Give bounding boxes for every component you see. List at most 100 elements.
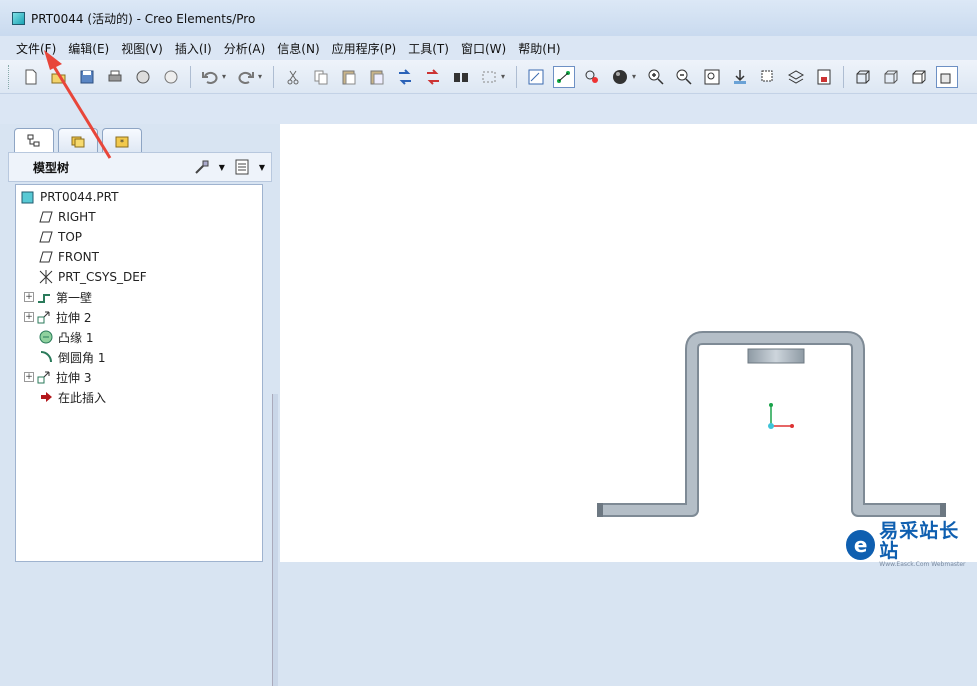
model-tree-header: 模型树 ▼ ▼ [8,152,272,182]
tree-item-extrude-2[interactable]: + 拉伸 2 [16,307,262,327]
svg-text:*: * [120,138,124,147]
zoom-in-icon[interactable] [645,66,667,88]
sphere-icon[interactable] [609,66,631,88]
select-box-icon[interactable] [478,66,500,88]
tree-item-top[interactable]: TOP [16,227,262,247]
tree-item-right[interactable]: RIGHT [16,207,262,227]
tree-item-label: 第一壁 [56,290,93,305]
datum-display-icon[interactable] [553,65,575,88]
cut-icon[interactable] [282,66,304,88]
wireframe-icon[interactable] [852,66,874,88]
app-icon [12,11,25,25]
toolbar-grip[interactable] [8,64,11,89]
csys-icon [38,269,54,285]
new-icon[interactable] [20,66,42,88]
paste-special-icon[interactable] [366,66,388,88]
datum-plane-icon [38,209,54,225]
menu-view[interactable]: 视图(V) [115,40,169,57]
toolbar-separator [273,65,274,88]
extrude-icon [36,369,52,385]
menu-edit[interactable]: 编辑(E) [62,40,115,57]
shading-icon[interactable] [936,65,958,88]
tree-item-round-1[interactable]: 倒圆角 1 [16,347,262,367]
appearance-icon[interactable] [581,66,603,88]
chevron-down-icon: ▼ [258,162,265,172]
tree-item-label: PRT0044.PRT [40,190,119,204]
navigator-tabs: * [14,128,146,152]
tree-settings-button[interactable]: ▼ [193,158,225,176]
menu-bar: 文件(F) 编辑(E) 视图(V) 插入(I) 分析(A) 信息(N) 应用程序… [0,36,977,60]
graphics-window[interactable] [280,124,977,562]
window-title: PRT0044 (活动的) - Creo Elements/Pro [31,11,256,26]
reorient-icon[interactable] [729,66,751,88]
tree-item-label: RIGHT [58,210,96,224]
select-dropdown-icon[interactable]: ▾ [501,72,509,81]
menu-insert[interactable]: 插入(I) [169,40,218,57]
menu-tools[interactable]: 工具(T) [402,40,455,57]
refit-icon[interactable] [701,66,723,88]
menu-info[interactable]: 信息(N) [271,40,325,57]
menu-file[interactable]: 文件(F) [10,40,62,57]
redo-dropdown-icon[interactable]: ▾ [258,72,266,81]
watermark-logo-icon: e [846,530,876,560]
view-manager-icon[interactable] [525,66,547,88]
tree-item-csys[interactable]: PRT_CSYS_DEF [16,267,262,287]
expand-toggle[interactable]: + [24,312,34,322]
model-tree-title: 模型树 [33,160,70,175]
menu-help[interactable]: 帮助(H) [512,40,566,57]
regenerate-manager-icon[interactable] [422,66,444,88]
regenerate-icon[interactable] [394,66,416,88]
tree-item-flange-1[interactable]: 凸缘 1 [16,327,262,347]
tree-item-extrude-3[interactable]: + 拉伸 3 [16,367,262,387]
copy-icon[interactable] [310,66,332,88]
menu-window[interactable]: 窗口(W) [455,40,512,57]
main-toolbar: ▾ ▾ ▾ ▾ [0,60,977,94]
tab-folder-browser[interactable] [58,128,98,152]
send-mail-attach-icon[interactable] [160,66,182,88]
tree-item-root[interactable]: PRT0044.PRT [16,187,262,207]
tree-item-first-wall[interactable]: + 第一壁 [16,287,262,307]
saved-views-icon[interactable] [757,66,779,88]
send-mail-icon[interactable] [132,66,154,88]
menu-applications[interactable]: 应用程序(P) [326,40,403,57]
secondary-toolbar-area [0,94,977,124]
model-tree: PRT0044.PRT RIGHT TOP FRONT PRT_CSYS_DEF… [15,184,263,562]
menu-analysis[interactable]: 分析(A) [218,40,272,57]
tree-show-button[interactable]: ▼ [233,158,265,176]
tree-item-label: TOP [58,230,83,244]
model-display-icon[interactable] [813,66,835,88]
panel-splitter[interactable] [270,394,280,686]
folder-browser-tab-icon [71,136,85,147]
undo-dropdown-icon[interactable]: ▾ [222,72,230,81]
hidden-line-icon[interactable] [880,66,902,88]
expand-toggle[interactable]: + [24,372,34,382]
tree-item-label: 凸缘 1 [58,330,94,345]
chevron-down-icon: ▼ [218,162,225,172]
part-icon [20,189,36,205]
model-tree-tab-icon [27,134,40,146]
paste-icon[interactable] [338,66,360,88]
tree-item-front[interactable]: FRONT [16,247,262,267]
save-icon[interactable] [76,66,98,88]
zoom-out-icon[interactable] [673,66,695,88]
print-icon[interactable] [104,66,126,88]
tree-columns-icon [235,159,249,175]
tab-favorites[interactable]: * [102,128,142,152]
flange-icon [38,329,54,345]
expand-toggle[interactable]: + [24,292,34,302]
no-hidden-icon[interactable] [908,66,930,88]
tab-model-tree[interactable] [14,128,54,152]
favorites-tab-icon: * [115,136,129,147]
settings-tools-icon [194,160,209,174]
tree-item-insert-here[interactable]: 在此插入 [16,387,262,407]
tree-item-label: 倒圆角 1 [58,350,106,365]
navigator-panel: * 模型树 ▼ ▼ PRT0044.PRT RIGHT TOP FRONT PR… [0,124,280,686]
redo-icon[interactable] [235,66,257,88]
datum-plane-icon [38,249,54,265]
undo-icon[interactable] [199,66,221,88]
find-icon[interactable] [450,66,472,88]
watermark-subtext: Www.Easck.Com Webmaster [879,561,966,568]
open-icon[interactable] [48,66,70,88]
layers-icon[interactable] [785,66,807,88]
sphere-dropdown-icon[interactable]: ▾ [632,72,640,81]
